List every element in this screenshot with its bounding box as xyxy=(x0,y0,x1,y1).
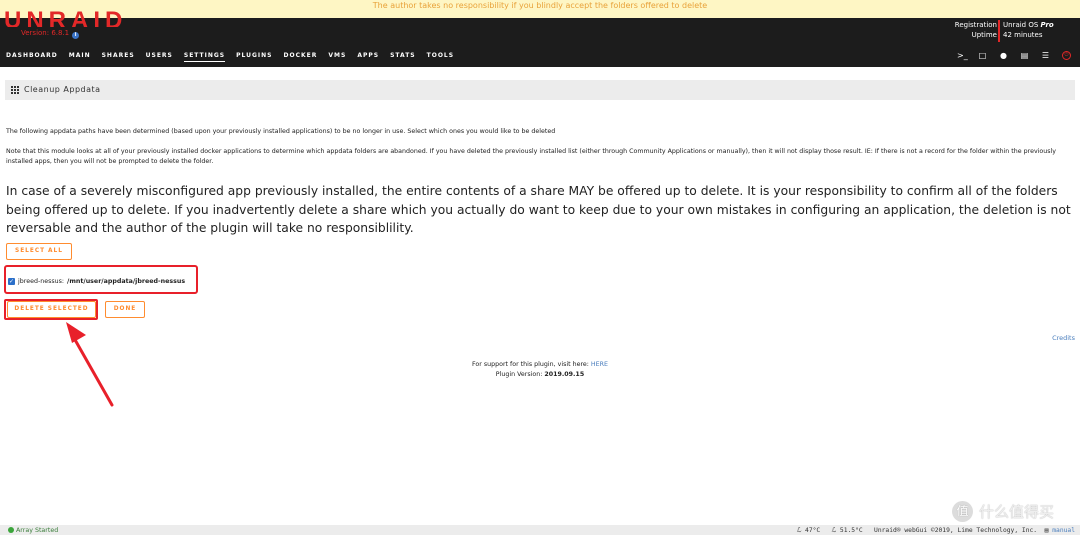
registration-divider xyxy=(998,20,1000,42)
watermark: 值 什么值得买 xyxy=(952,501,1054,522)
info-icon[interactable]: i xyxy=(72,32,80,39)
nav-dashboard[interactable]: DASHBOARD xyxy=(6,52,58,64)
version-label: Version: 6.8.1 i xyxy=(21,29,80,39)
credits-link[interactable]: Credits xyxy=(1052,334,1075,342)
watermark-text: 什么值得买 xyxy=(979,503,1055,521)
appdata-item: ✓ jbreed-nessus: /mnt/user/appdata/jbree… xyxy=(8,278,185,285)
nav-vms[interactable]: VMS xyxy=(328,52,346,64)
book-icon: ▤ xyxy=(1044,527,1049,534)
unraid-logo[interactable]: UNRAID xyxy=(4,9,127,27)
support-info: For support for this plugin, visit here:… xyxy=(0,360,1080,379)
registration-link[interactable]: Registration xyxy=(955,20,997,30)
footer-right: ℒ 47°C ℒ 51.5°C Unraid® webGui ©2019, Li… xyxy=(797,527,1075,534)
item-name: jbreed-nessus: xyxy=(18,278,65,285)
uptime-value: 42 minutes xyxy=(1003,31,1043,39)
nav-main[interactable]: MAIN xyxy=(69,52,91,64)
nav-settings[interactable]: SETTINGS xyxy=(183,52,226,64)
manual-link[interactable]: manual xyxy=(1052,527,1075,534)
help-icon[interactable]: ● xyxy=(999,51,1008,60)
nav-stats[interactable]: STATS xyxy=(390,52,416,64)
nav-docker[interactable]: DOCKER xyxy=(284,52,318,64)
registration-labels: Registration Uptime xyxy=(955,20,997,40)
done-button[interactable]: DONE xyxy=(105,301,145,318)
nav-icons: >_ □ ● ▤ ☰ ⏻ xyxy=(957,51,1071,60)
support-link[interactable]: HERE xyxy=(591,361,608,368)
grid-icon xyxy=(11,86,19,94)
main-nav: DASHBOARD MAIN SHARES USERS SETTINGS PLU… xyxy=(6,52,465,64)
select-all-button[interactable]: SELECT ALL xyxy=(6,243,72,260)
item-path: /mnt/user/appdata/jbreed-nessus xyxy=(67,278,186,285)
watermark-logo: 值 xyxy=(952,501,973,522)
power-icon[interactable]: ⏻ xyxy=(1062,51,1071,60)
array-status-text: Array Started xyxy=(16,527,59,534)
os-info: Unraid OS Pro 42 minutes xyxy=(1003,20,1054,40)
uptime-label: Uptime xyxy=(971,31,997,39)
terminal-icon[interactable]: >_ xyxy=(957,51,968,60)
warning-text: In case of a severely misconfigured app … xyxy=(6,184,1071,235)
plugin-version-label: Plugin Version: xyxy=(495,370,545,378)
cpu-temp: ℒ 47°C xyxy=(796,527,821,534)
nav-tools[interactable]: TOOLS xyxy=(427,52,454,64)
warning-banner: The author takes no responsibility if yo… xyxy=(0,0,1080,18)
log-icon[interactable]: ☰ xyxy=(1041,51,1050,60)
display-icon[interactable]: ▤ xyxy=(1020,51,1029,60)
os-name: Unraid OS xyxy=(1003,21,1041,29)
nav-apps[interactable]: APPS xyxy=(357,52,379,64)
delete-selected-button[interactable]: DELETE SELECTED xyxy=(7,301,96,318)
item-checkbox[interactable]: ✓ xyxy=(8,278,15,285)
plugin-version: 2019.09.15 xyxy=(544,370,585,378)
mb-temp: ℒ 51.5°C xyxy=(831,527,863,534)
status-dot-icon xyxy=(8,527,14,533)
feedback-icon[interactable]: □ xyxy=(978,51,987,60)
intro-text: The following appdata paths have been de… xyxy=(6,128,556,135)
version-text: Version: 6.8.1 xyxy=(21,29,70,37)
panel-title-bar: Cleanup Appdata xyxy=(5,80,1075,100)
nav-users[interactable]: USERS xyxy=(146,52,173,64)
array-status: Array Started xyxy=(8,527,58,534)
copyright: Unraid® webGui ©2019, Lime Technology, I… xyxy=(874,527,1038,534)
support-text: For support for this plugin, visit here: xyxy=(471,361,591,368)
header: UNRAID Version: 6.8.1 i Registration Upti… xyxy=(0,9,1080,67)
page-title: Cleanup Appdata xyxy=(24,85,101,94)
footer: Array Started ℒ 47°C ℒ 51.5°C Unraid® we… xyxy=(0,525,1080,535)
nav-shares[interactable]: SHARES xyxy=(102,52,135,64)
os-edition: Pro xyxy=(1040,21,1054,29)
note-text: Note that this module looks at all of yo… xyxy=(6,148,1057,165)
nav-plugins[interactable]: PLUGINS xyxy=(236,52,272,64)
